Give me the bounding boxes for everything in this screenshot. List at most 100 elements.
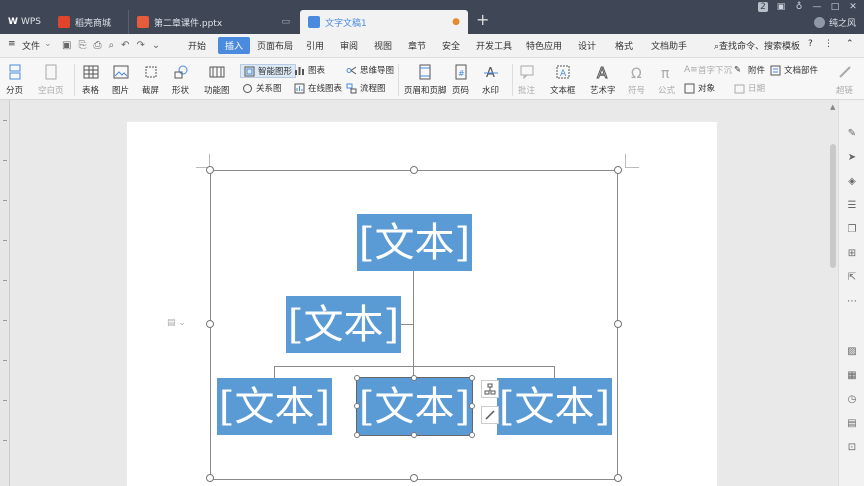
media-icon[interactable]: ▦ bbox=[846, 370, 858, 382]
print-preview-icon[interactable]: ⌕ bbox=[108, 40, 114, 51]
attachment-button[interactable]: ✎ 附件 bbox=[734, 64, 765, 77]
menu-page-layout[interactable]: 页面布局 bbox=[257, 39, 293, 52]
smart-art-button[interactable]: 智能图形 bbox=[240, 64, 297, 78]
lock-icon[interactable]: ⊡ bbox=[846, 442, 858, 454]
smartart-box-left[interactable]: [文本] bbox=[217, 378, 332, 435]
shirt-icon[interactable]: ♁ bbox=[794, 2, 804, 12]
edit-pen-icon[interactable]: ✎ bbox=[846, 128, 858, 140]
menu-security[interactable]: 安全 bbox=[442, 39, 460, 52]
menu-start[interactable]: 开始 bbox=[188, 39, 206, 52]
menu-features[interactable]: 特色应用 bbox=[526, 39, 562, 52]
menu-chapter[interactable]: 章节 bbox=[408, 39, 426, 52]
menu-hamburger-icon[interactable]: ≡ bbox=[8, 39, 16, 49]
picture-button[interactable]: 图片 bbox=[112, 64, 129, 96]
resize-handle-e[interactable] bbox=[614, 320, 622, 328]
scroll-up-arrow-icon[interactable]: ▲ bbox=[830, 103, 835, 111]
hyperlink-button[interactable]: 超链 bbox=[836, 64, 853, 96]
menu-design[interactable]: 设计 bbox=[578, 39, 596, 52]
resize-handle-sw[interactable] bbox=[206, 474, 214, 482]
drop-cap-button[interactable]: A≡ 首字下沉 bbox=[684, 64, 732, 77]
chart-button[interactable]: 图表 bbox=[294, 64, 325, 76]
more-options-icon[interactable]: ⋮ bbox=[824, 39, 833, 49]
resize-handle-n[interactable] bbox=[410, 166, 418, 174]
export-pdf-icon[interactable]: ⎘ bbox=[78, 40, 86, 51]
textbox-button[interactable]: A 文本框 bbox=[550, 64, 576, 96]
box-handle-se[interactable] bbox=[469, 432, 475, 438]
formula-button[interactable]: π 公式 bbox=[658, 64, 675, 96]
maximize-icon[interactable]: □ bbox=[830, 2, 840, 12]
relation-chart-button[interactable]: 关系图 bbox=[242, 82, 282, 94]
reference-icon[interactable]: ⊞ bbox=[846, 248, 858, 260]
image-icon[interactable]: ▨ bbox=[846, 346, 858, 358]
wordart-button[interactable]: A 艺术字 bbox=[590, 64, 616, 96]
shape-style-icon[interactable]: ◈ bbox=[846, 176, 858, 188]
tab-pptx[interactable]: 第二章课件.pptx ▭ bbox=[128, 10, 298, 34]
box-handle-s[interactable] bbox=[411, 432, 417, 438]
skin-icon[interactable]: ▣ bbox=[776, 2, 786, 12]
page-break-button[interactable]: 分页 bbox=[6, 64, 23, 96]
monitor-icon[interactable]: ▭ bbox=[281, 17, 290, 27]
menu-references[interactable]: 引用 bbox=[306, 39, 324, 52]
page-number-button[interactable]: # 页码 bbox=[452, 64, 469, 96]
header-footer-button[interactable]: 页眉和页脚 bbox=[404, 64, 447, 96]
smartart-box-middle-selected[interactable]: [文本] bbox=[356, 377, 473, 436]
style-brush-button[interactable] bbox=[481, 406, 499, 424]
box-handle-w[interactable] bbox=[354, 403, 360, 409]
object-button[interactable]: 对象 bbox=[684, 82, 715, 94]
menu-file[interactable]: 文件 bbox=[22, 39, 40, 52]
mindmap-button[interactable]: 思维导图 bbox=[346, 64, 394, 76]
box-handle-n[interactable] bbox=[411, 375, 417, 381]
minimize-icon[interactable]: — bbox=[812, 2, 822, 12]
box-handle-ne[interactable] bbox=[469, 375, 475, 381]
adjust-sliders-icon[interactable]: ☰ bbox=[846, 200, 858, 212]
paragraph-layout-icon[interactable]: ▤ ⌄ bbox=[167, 318, 186, 328]
vertical-scrollbar[interactable] bbox=[829, 106, 837, 486]
function-chart-button[interactable]: 功能图 bbox=[204, 64, 230, 96]
resize-handle-se[interactable] bbox=[614, 474, 622, 482]
undo-icon[interactable]: ↶ bbox=[121, 40, 129, 51]
scrollbar-thumb[interactable] bbox=[830, 144, 836, 268]
menu-doc-assistant[interactable]: 文档助手 bbox=[651, 39, 687, 52]
badge-count[interactable]: 2 bbox=[758, 2, 768, 12]
user-account[interactable]: 纯之风 bbox=[813, 16, 856, 29]
flowchart-button[interactable]: 流程图 bbox=[346, 82, 386, 94]
online-chart-button[interactable]: 在线图表 bbox=[294, 82, 342, 94]
search-command[interactable]: ⌕查找命令、搜索模板 bbox=[714, 39, 800, 52]
collapse-ribbon-icon[interactable]: ⌃ bbox=[846, 39, 854, 49]
smartart-box-top[interactable]: [文本] bbox=[357, 214, 472, 271]
smartart-box-right[interactable]: [文本] bbox=[497, 378, 612, 435]
box-handle-e[interactable] bbox=[469, 403, 475, 409]
customize-dropdown-icon[interactable]: ⌄ bbox=[152, 40, 160, 51]
layout-icon[interactable]: ▤ bbox=[846, 418, 858, 430]
add-item-layout-button[interactable] bbox=[481, 380, 499, 398]
doc-parts-button[interactable]: 文档部件 bbox=[770, 64, 818, 76]
menu-view[interactable]: 视图 bbox=[374, 39, 392, 52]
print-icon[interactable]: ⎙ bbox=[93, 40, 101, 51]
table-button[interactable]: 表格 bbox=[82, 64, 99, 96]
resize-handle-w[interactable] bbox=[206, 320, 214, 328]
resize-handle-s[interactable] bbox=[410, 474, 418, 482]
menu-review[interactable]: 审阅 bbox=[340, 39, 358, 52]
symbol-button[interactable]: Ω 符号 bbox=[628, 64, 645, 96]
more-icon[interactable]: ⋯ bbox=[846, 296, 858, 308]
comment-button[interactable]: 批注 bbox=[518, 64, 535, 96]
tab-document-1[interactable]: 文字文稿1 ● bbox=[300, 10, 468, 34]
resize-handle-nw[interactable] bbox=[206, 166, 214, 174]
box-handle-sw[interactable] bbox=[354, 432, 360, 438]
date-button[interactable]: 日期 bbox=[734, 82, 765, 94]
copy-pages-icon[interactable]: ❐ bbox=[846, 224, 858, 236]
tab-docer-mall[interactable]: 稻壳商城 bbox=[50, 10, 126, 34]
tab-wps[interactable]: W WPS bbox=[0, 10, 48, 34]
smartart-box-assistant[interactable]: [文本] bbox=[286, 296, 401, 353]
redo-icon[interactable]: ↷ bbox=[136, 40, 144, 51]
file-dropdown-chevron-icon[interactable]: ⌄ bbox=[44, 39, 52, 49]
shape-button[interactable]: 形状 bbox=[172, 64, 189, 96]
box-handle-nw[interactable] bbox=[354, 375, 360, 381]
menu-developer[interactable]: 开发工具 bbox=[476, 39, 512, 52]
resize-handle-ne[interactable] bbox=[614, 166, 622, 174]
save-icon[interactable]: ▣ bbox=[62, 40, 71, 51]
new-tab-plus-icon[interactable]: + bbox=[476, 12, 489, 28]
unsaved-dot-icon[interactable]: ● bbox=[452, 17, 460, 27]
watermark-button[interactable]: A 水印 bbox=[482, 64, 499, 96]
clock-icon[interactable]: ◷ bbox=[846, 394, 858, 406]
